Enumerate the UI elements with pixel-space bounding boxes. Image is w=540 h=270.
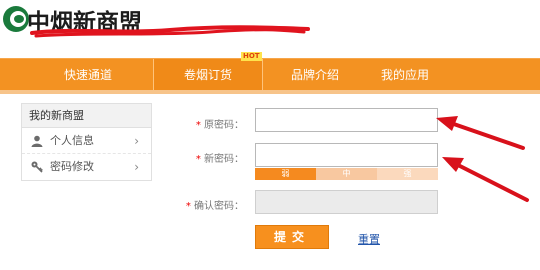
reset-link[interactable]: 重置 [358,231,380,247]
sidebar-item-profile[interactable]: 个人信息 › [22,128,151,154]
new-password-label: * 新密码： [195,154,244,165]
submit-button[interactable]: 提交 [255,225,329,249]
sidebar-title: 我的新商盟 [22,104,151,128]
person-icon [31,135,43,147]
old-password-label: * 原密码： [195,120,244,131]
confirm-password-label: * 确认密码： [185,201,244,212]
nav-cigarette-order[interactable]: 卷烟订货 [153,59,263,91]
logo-icon [3,6,29,32]
account-sidebar: 我的新商盟 个人信息 › 密码修改 › [21,103,152,181]
password-strength-meter: 弱 中 强 [255,168,438,180]
strength-strong: 强 [377,168,438,180]
new-password-input[interactable] [255,143,438,167]
sidebar-item-label: 个人信息 [50,134,94,147]
chevron-right-icon: › [134,160,139,174]
nav-underline [0,90,540,94]
nav-quick-access[interactable]: 快速通道 [40,59,136,91]
strength-weak: 弱 [255,168,316,180]
sidebar-item-label: 密码修改 [50,160,94,173]
redaction-scribble [30,25,310,38]
strength-medium: 中 [316,168,377,180]
old-password-input[interactable] [255,108,438,132]
red-arrow-icon [442,157,529,202]
key-icon [31,161,43,173]
confirm-password-input[interactable] [255,190,438,214]
nav-my-apps[interactable]: 我的应用 [360,59,450,91]
nav-brand-intro[interactable]: 品牌介绍 [270,59,360,91]
chevron-right-icon: › [134,134,139,148]
site-header: 中烟新商盟 [0,0,540,58]
hot-badge: HOT [241,52,262,61]
main-nav: 快速通道 卷烟订货 品牌介绍 我的应用 [0,58,540,91]
red-arrow-icon [436,116,525,150]
sidebar-item-password[interactable]: 密码修改 › [22,154,151,180]
